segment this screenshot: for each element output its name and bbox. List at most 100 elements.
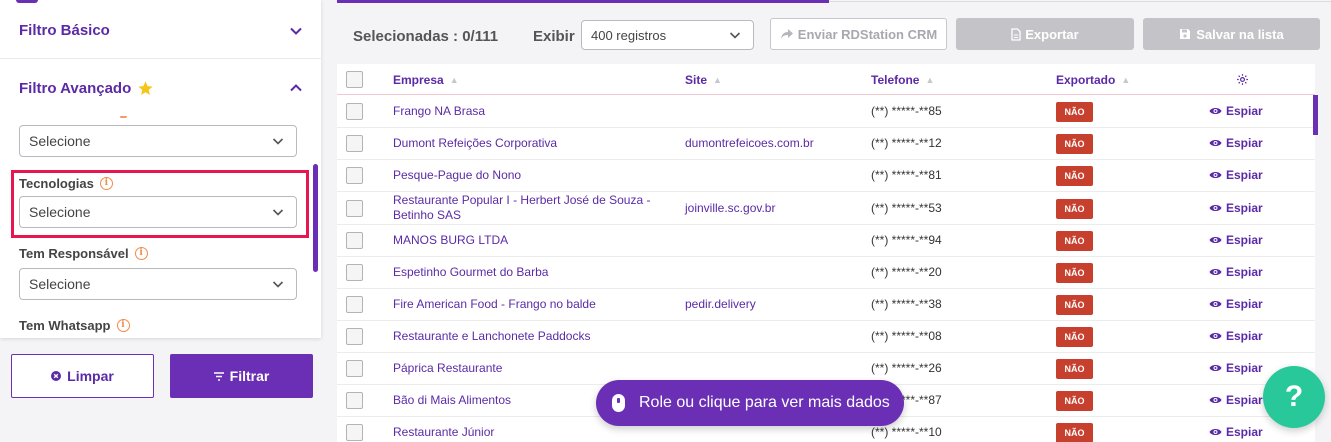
- info-icon[interactable]: i: [116, 319, 130, 332]
- spy-link[interactable]: Espiar: [1209, 136, 1263, 150]
- row-checkbox[interactable]: [346, 424, 363, 441]
- spy-link[interactable]: Espiar: [1209, 233, 1263, 247]
- export-button[interactable]: Exportar: [956, 18, 1134, 50]
- row-checkbox[interactable]: [346, 199, 363, 217]
- row-checkbox[interactable]: [346, 167, 363, 184]
- tab-divider: [829, 1, 1331, 2]
- chevron-up-icon[interactable]: [287, 79, 305, 97]
- exported-badge: NÃO: [1056, 134, 1093, 154]
- company-name[interactable]: Restaurante Popular I - Herbert José de …: [393, 193, 673, 223]
- save-list-button[interactable]: Salvar na lista: [1143, 18, 1320, 50]
- spy-link[interactable]: Espiar: [1209, 265, 1263, 279]
- row-checkbox[interactable]: [346, 135, 363, 152]
- advanced-filter-title-wrap: Filtro Avançado: [19, 80, 154, 97]
- row-checkbox[interactable]: [346, 232, 363, 249]
- table-row[interactable]: Fire American Food - Frango no balde pedi…: [337, 289, 1315, 321]
- exported-badge: NÃO: [1056, 327, 1093, 347]
- spy-link-label: Espiar: [1226, 104, 1263, 118]
- spy-link-label: Espiar: [1226, 136, 1263, 150]
- row-checkbox[interactable]: [346, 328, 363, 345]
- spy-link[interactable]: Espiar: [1209, 361, 1263, 375]
- company-site[interactable]: pedir.delivery: [685, 297, 756, 312]
- col-empresa[interactable]: Empresa ▲︎: [393, 73, 459, 87]
- share-icon: [780, 29, 793, 39]
- row-checkbox[interactable]: [346, 296, 363, 313]
- star-icon: [138, 80, 153, 95]
- company-name[interactable]: Frango NA Brasa: [393, 104, 673, 119]
- spy-link[interactable]: Espiar: [1209, 393, 1263, 407]
- company-name[interactable]: Restaurante Júnior: [393, 425, 673, 440]
- help-button[interactable]: ?: [1263, 366, 1325, 428]
- exported-badge: NÃO: [1056, 295, 1093, 315]
- eye-icon: [1209, 269, 1222, 275]
- col-site[interactable]: Site ▲︎: [685, 73, 722, 87]
- chevron-down-icon[interactable]: [287, 22, 305, 40]
- exported-badge: NÃO: [1056, 423, 1093, 442]
- company-name[interactable]: Dumont Refeições Corporativa: [393, 136, 673, 151]
- company-site[interactable]: joinville.sc.gov.br: [685, 201, 775, 216]
- row-checkbox[interactable]: [346, 264, 363, 281]
- eye-icon: [1209, 172, 1222, 178]
- spy-link[interactable]: Espiar: [1209, 104, 1263, 118]
- exported-badge: NÃO: [1056, 198, 1093, 219]
- select-all-checkbox[interactable]: [346, 71, 363, 88]
- spy-link[interactable]: Espiar: [1209, 425, 1263, 439]
- responsavel-label-text: Tem Responsável: [19, 246, 129, 261]
- responsavel-label: Tem Responsável i: [19, 246, 148, 261]
- chevron-down-icon: [729, 32, 741, 39]
- col-telefone[interactable]: Telefone ▲︎: [871, 73, 934, 87]
- company-site[interactable]: dumontrefeicoes.com.br: [685, 136, 814, 151]
- table-row[interactable]: Restaurante Popular I - Herbert José de …: [337, 192, 1315, 225]
- table-row[interactable]: Restaurante e Lanchonete Paddocks (**) **…: [337, 321, 1315, 353]
- table-row[interactable]: Espetinho Gourmet do Barba (**) *****-**2…: [337, 257, 1315, 289]
- company-name[interactable]: MANOS BURG LTDA: [393, 233, 673, 248]
- company-name[interactable]: Pesque-Pague do Nono: [393, 168, 673, 183]
- eye-icon: [1209, 237, 1222, 243]
- col-exportado[interactable]: Exportado ▲︎: [1056, 73, 1130, 87]
- eye-icon: [1209, 397, 1222, 403]
- chevron-down-icon: [272, 281, 284, 288]
- filter-select-1[interactable]: Selecione: [19, 125, 297, 157]
- spy-link[interactable]: Espiar: [1209, 329, 1263, 343]
- table-row[interactable]: MANOS BURG LTDA (**) *****-**94 NÃO Espiar: [337, 225, 1315, 257]
- spy-link[interactable]: Espiar: [1209, 168, 1263, 182]
- scroll-toast[interactable]: Role ou clique para ver mais dados: [596, 380, 904, 426]
- gear-icon[interactable]: [1236, 73, 1249, 86]
- col-site-label: Site: [685, 73, 708, 87]
- row-checkbox[interactable]: [346, 103, 363, 120]
- sort-icon[interactable]: ▲︎: [450, 75, 459, 85]
- responsavel-select[interactable]: Selecione: [19, 268, 297, 300]
- file-icon: [1011, 27, 1021, 41]
- company-phone: (**) *****-**81: [871, 168, 942, 182]
- sort-icon[interactable]: ▲︎: [713, 75, 722, 85]
- col-exportado-label: Exportado: [1056, 73, 1116, 87]
- table-row[interactable]: Dumont Refeições Corporativa dumontrefeic…: [337, 128, 1315, 160]
- basic-filter-header[interactable]: Filtro Básico: [0, 3, 321, 59]
- filter-panel: Filtro Básico Filtro Avançado Selecione …: [0, 0, 321, 338]
- sort-icon[interactable]: ▲︎: [925, 75, 934, 85]
- spy-link[interactable]: Espiar: [1209, 201, 1263, 215]
- spy-link-label: Espiar: [1226, 200, 1263, 215]
- company-name[interactable]: Espetinho Gourmet do Barba: [393, 265, 673, 280]
- spy-link-label: Espiar: [1226, 168, 1263, 182]
- table-row[interactable]: Pesque-Pague do Nono (**) *****-**81 NÃO Es…: [337, 160, 1315, 192]
- table-row[interactable]: Frango NA Brasa (**) *****-**85 NÃO Espiar: [337, 96, 1315, 128]
- spy-link[interactable]: Espiar: [1209, 297, 1263, 311]
- company-name[interactable]: Fire American Food - Frango no balde: [393, 297, 673, 312]
- company-phone: (**) *****-**10: [871, 425, 942, 439]
- company-name[interactable]: Páprica Restaurante: [393, 361, 673, 376]
- clear-button[interactable]: Limpar: [11, 354, 154, 398]
- sort-icon[interactable]: ▲︎: [1121, 75, 1130, 85]
- advanced-filter-header[interactable]: Filtro Avançado: [0, 60, 321, 116]
- exported-badge: NÃO: [1056, 102, 1093, 122]
- filter-button[interactable]: Filtrar: [170, 354, 313, 398]
- info-icon[interactable]: i: [134, 247, 148, 260]
- records-per-page-select[interactable]: 400 registros: [581, 20, 754, 50]
- row-checkbox[interactable]: [346, 392, 363, 409]
- row-checkbox[interactable]: [346, 360, 363, 377]
- table-scrollbar[interactable]: [1313, 95, 1318, 135]
- send-rdstation-button[interactable]: Enviar RDStation CRM: [770, 18, 947, 50]
- clear-button-label: Limpar: [67, 368, 114, 384]
- company-name[interactable]: Restaurante e Lanchonete Paddocks: [393, 329, 673, 344]
- panel-scrollbar[interactable]: [313, 164, 318, 272]
